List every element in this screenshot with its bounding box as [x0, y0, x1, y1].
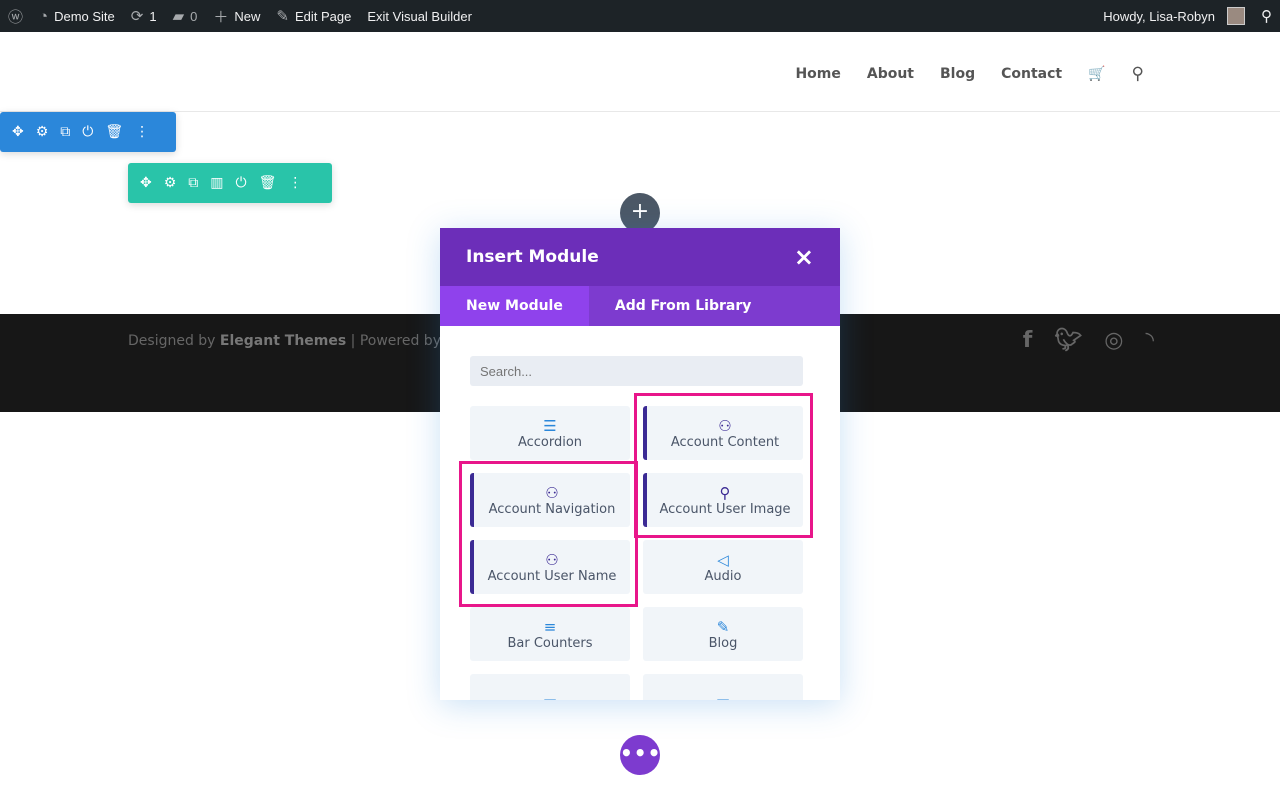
audio-icon: ◁	[717, 550, 729, 569]
rss-icon[interactable]: ◝	[1145, 328, 1154, 353]
site-header: Home About Blog Contact 🛒 ⚲	[0, 32, 1280, 112]
module-account-user-name[interactable]: ⚇ Account User Name	[470, 540, 630, 594]
account-user-image-icon: ⚲	[719, 483, 731, 502]
module-label: Accordion	[517, 434, 583, 450]
module-label: Audio	[704, 568, 742, 584]
row-toolbar: ✥ ⚙ ⧉ ▥ ⏻ 🗑 ⋮	[128, 163, 332, 203]
new-link[interactable]: ＋ New	[205, 0, 268, 32]
trash-icon[interactable]: 🗑	[259, 175, 277, 191]
twitter-icon[interactable]: 🐦︎	[1054, 328, 1082, 353]
search-icon[interactable]: ⚲	[1132, 64, 1144, 84]
save-icon[interactable]: ⏻	[236, 175, 247, 191]
admin-search[interactable]: ⚲	[1253, 0, 1280, 32]
comments-count: 0	[190, 8, 198, 24]
account-menu[interactable]: Howdy, Lisa-Robyn	[1095, 0, 1253, 32]
section-toolbar: ✥ ⚙ ⧉ ⏻ 🗑 ⋮	[0, 112, 176, 152]
comment-icon: ▰	[172, 8, 185, 25]
page-settings-button[interactable]: •••	[620, 735, 660, 775]
module-label: Bar Counters	[507, 635, 593, 651]
insert-module-modal: Insert Module × New Module Add From Libra…	[440, 228, 840, 700]
blog-icon: ✎	[716, 617, 730, 636]
module-icon: ▭	[543, 692, 557, 700]
add-module-button[interactable]: +	[620, 193, 660, 233]
gear-icon[interactable]: ⚙	[164, 175, 177, 191]
module-accordion[interactable]: ☰ Accordion	[470, 406, 630, 460]
nav-contact[interactable]: Contact	[1001, 66, 1062, 82]
close-icon[interactable]: ×	[794, 243, 814, 271]
module-search-input[interactable]	[470, 356, 803, 386]
trash-icon[interactable]: 🗑	[105, 124, 123, 140]
exit-visual-builder-link[interactable]: Exit Visual Builder	[359, 0, 480, 32]
credit-text: | Powered by	[346, 333, 446, 349]
dashboard-icon: ◔	[39, 7, 49, 25]
refresh-icon: ⟳	[130, 8, 144, 25]
module-account-user-image[interactable]: ⚲ Account User Image	[643, 473, 803, 527]
cart-icon[interactable]: 🛒	[1088, 66, 1105, 82]
howdy-label: Howdy, Lisa-Robyn	[1103, 8, 1215, 24]
updates-count: 1	[149, 8, 157, 24]
module-item[interactable]: ▭	[470, 674, 630, 700]
bar-counters-icon: ≡	[543, 617, 557, 636]
columns-icon[interactable]: ▥	[210, 175, 223, 191]
pencil-icon: ✎	[276, 8, 289, 25]
social-links: f 🐦︎ ◎ ◝	[1023, 328, 1154, 353]
updates-link[interactable]: ⟳ 1	[123, 0, 165, 32]
module-bar-counters[interactable]: ≡ Bar Counters	[470, 607, 630, 661]
account-navigation-icon: ⚇	[545, 483, 559, 502]
theme-link[interactable]: Elegant Themes	[220, 333, 346, 349]
module-label: Account User Name	[487, 568, 617, 584]
avatar	[1227, 7, 1245, 25]
nav-blog[interactable]: Blog	[940, 66, 975, 82]
admin-bar: ⓦ ◔ Demo Site ⟳ 1 ▰ 0 ＋ New ✎ Edit Page Exit …	[0, 0, 1280, 32]
module-item[interactable]: ▭	[643, 674, 803, 700]
account-user-name-icon: ⚇	[545, 550, 559, 569]
more-icon[interactable]: ⋮	[135, 124, 149, 140]
wordpress-logo[interactable]: ⓦ	[0, 0, 31, 32]
accordion-icon: ☰	[543, 416, 557, 435]
exit-label: Exit Visual Builder	[367, 8, 472, 24]
duplicate-icon[interactable]: ⧉	[188, 175, 198, 191]
edit-label: Edit Page	[294, 8, 352, 24]
modal-title: Insert Module	[466, 247, 599, 267]
tab-add-from-library[interactable]: Add From Library	[589, 286, 778, 326]
account-content-icon: ⚇	[718, 416, 732, 435]
module-blog[interactable]: ✎ Blog	[643, 607, 803, 661]
edit-page-link[interactable]: ✎ Edit Page	[268, 0, 359, 32]
site-link[interactable]: ◔ Demo Site	[31, 0, 123, 32]
comments-link[interactable]: ▰ 0	[165, 0, 206, 32]
module-label: Account Content	[670, 434, 780, 450]
main-nav: Home About Blog Contact 🛒 ⚲	[795, 64, 1144, 84]
duplicate-icon[interactable]: ⧉	[60, 124, 70, 140]
footer-credit: Designed by Elegant Themes | Powered by …	[128, 333, 470, 349]
module-account-navigation[interactable]: ⚇ Account Navigation	[470, 473, 630, 527]
facebook-icon[interactable]: f	[1023, 328, 1033, 353]
search-icon: ⚲	[1261, 8, 1272, 25]
save-icon[interactable]: ⏻	[82, 124, 93, 140]
wordpress-icon: ⓦ	[8, 8, 24, 26]
more-icon[interactable]: ⋮	[288, 175, 302, 191]
tab-new-module[interactable]: New Module	[440, 286, 589, 326]
plus-icon: ＋	[213, 8, 229, 26]
module-label: Account User Image	[659, 501, 791, 517]
nav-about[interactable]: About	[867, 66, 914, 82]
module-icon: ▭	[716, 692, 730, 700]
credit-text: Designed by	[128, 333, 220, 349]
module-audio[interactable]: ◁ Audio	[643, 540, 803, 594]
new-label: New	[234, 8, 261, 24]
move-icon[interactable]: ✥	[140, 175, 152, 191]
instagram-icon[interactable]: ◎	[1104, 328, 1123, 353]
site-name: Demo Site	[54, 8, 115, 24]
module-grid: ☰ Accordion ⚇ Account Content ⚇ Account Navig…	[470, 406, 803, 700]
module-account-content[interactable]: ⚇ Account Content	[643, 406, 803, 460]
module-label: Account Navigation	[488, 501, 616, 517]
nav-home[interactable]: Home	[795, 66, 840, 82]
module-label: Blog	[708, 635, 738, 651]
move-icon[interactable]: ✥	[12, 124, 24, 140]
gear-icon[interactable]: ⚙	[36, 124, 49, 140]
